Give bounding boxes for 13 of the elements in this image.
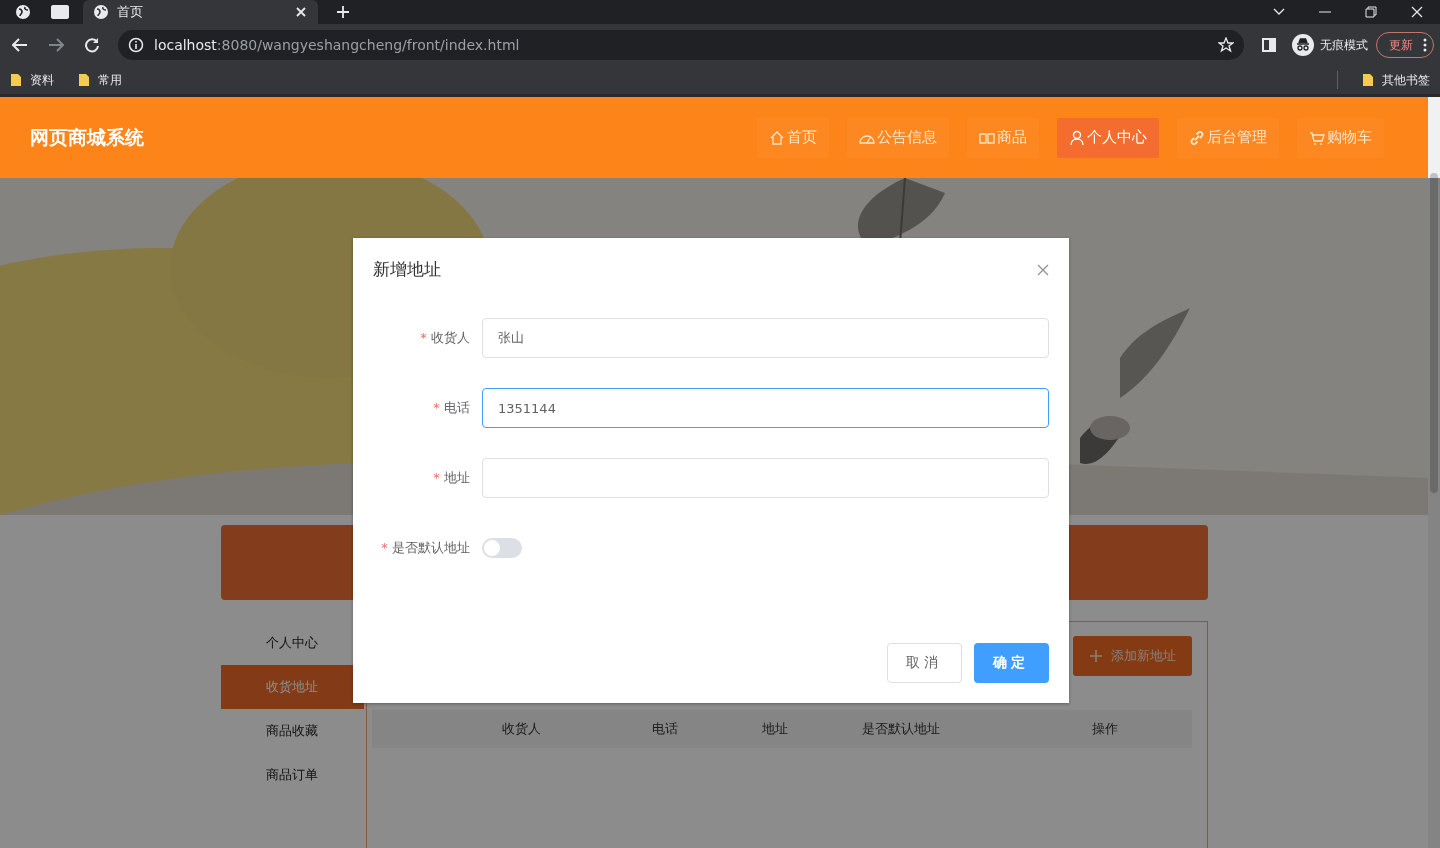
- tab-title: 首页: [117, 3, 144, 21]
- field-label: * 电话: [432, 399, 471, 417]
- profile-label: 无痕模式: [1320, 36, 1368, 54]
- column-header: 是否默认地址: [861, 720, 941, 738]
- column-header: 地址: [761, 720, 789, 738]
- column-header: 操作: [1091, 720, 1119, 738]
- field-label: * 是否默认地址: [380, 539, 471, 557]
- column-header: 电话: [651, 720, 679, 738]
- column-header: 收货人: [501, 720, 542, 738]
- field-label: * 收货人: [419, 329, 471, 347]
- field-label: * 地址: [432, 469, 471, 487]
- url-text: localhost:8080/wangyeshangcheng/front/index.html: [154, 37, 521, 53]
- dialog-title: 新增地址: [373, 258, 441, 281]
